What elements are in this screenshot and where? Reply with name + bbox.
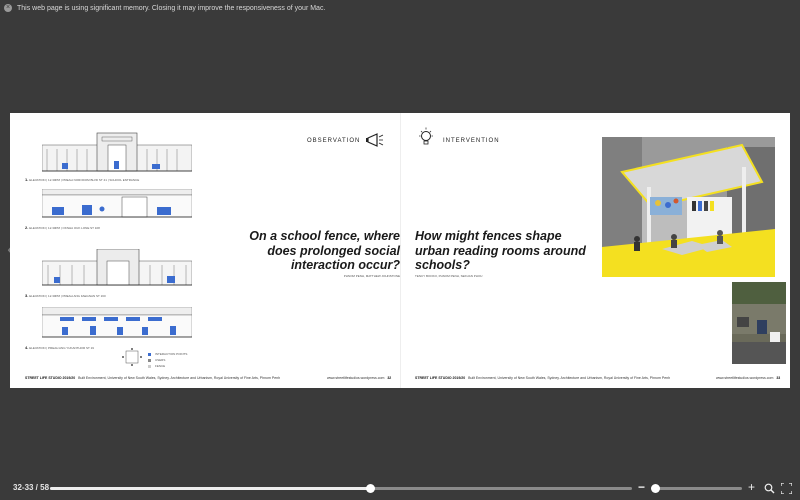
zoom-in-icon[interactable]: + <box>748 480 755 494</box>
memory-warning-bar: × This web page is using significant mem… <box>0 0 800 16</box>
memory-warning-text: This web page is using significant memor… <box>17 4 326 12</box>
lightbulb-icon <box>419 127 433 145</box>
page-scrubber-fill <box>50 487 371 490</box>
page-indicator: 32-33 / 58 <box>13 483 50 492</box>
question-title-left: On a school fence, where does prolonged … <box>249 229 400 272</box>
zoom-slider[interactable] <box>651 484 742 493</box>
elevation-sketch-2 <box>42 189 192 218</box>
authors-left: PHNOM PENH, MATTHEW JOHNSTONE <box>343 274 400 278</box>
street-photo <box>732 282 786 364</box>
fullscreen-icon[interactable] <box>781 483 792 494</box>
book-spread: 1. ELEVATION | 12.30PM | PREAH NORODOM B… <box>10 113 790 388</box>
legend: INTERACTION POINTS USERS FENCE <box>148 351 187 369</box>
question-title-right: How might fences shape urban reading roo… <box>415 229 586 272</box>
page-scrubber-handle[interactable] <box>366 484 376 493</box>
footer-url-right: www.streetlifestudios.wordpress.com 33 <box>716 376 781 380</box>
sketch-caption-4: 4. ELEVATION | PREAH ANG YUKANTHOR ST 19 <box>25 345 94 350</box>
elevation-sketch-3 <box>42 249 192 286</box>
page-scrubber[interactable] <box>50 484 632 493</box>
close-icon[interactable]: × <box>4 4 12 12</box>
section-label-intervention: INTERVENTION <box>443 138 500 144</box>
section-label-observation: OBSERVATION <box>307 138 361 144</box>
left-page: 1. ELEVATION | 12.30PM | PREAH NORODOM B… <box>10 113 400 388</box>
legend-item: FENCE <box>148 363 187 369</box>
megaphone-icon <box>366 133 384 147</box>
right-page: INTERVENTION How might fences shape urba… <box>400 113 790 388</box>
viewer-toolbar: 32-33 / 58 − + <box>0 478 800 500</box>
footer-url-left: www.streetlifestudios.wordpress.com 32 <box>327 376 392 380</box>
sketch-caption-2: 2. ELEVATION | 12.30PM | OKNHA OUK LONE … <box>25 225 100 230</box>
elevation-sketch-1 <box>42 132 192 172</box>
authors-right: TENCY BOOKO, PHNOM PENH, SEKUAN PHOU <box>415 274 483 278</box>
legend-diagram <box>122 348 142 366</box>
zoom-slider-handle[interactable] <box>651 484 660 493</box>
elevation-sketch-4 <box>42 307 192 338</box>
footer-right: STREET LIFE STUDIO 2019/20 Built Environ… <box>415 376 671 380</box>
intervention-rendering <box>602 137 775 277</box>
sketch-caption-1: 1. ELEVATION | 12.30PM | PREAH NORODOM B… <box>25 177 140 182</box>
footer-left: STREET LIFE STUDIO 2019/20 Built Environ… <box>25 376 281 380</box>
sketch-caption-3: 3. ELEVATION | 12.30PM | PREAH ANG FAEGN… <box>25 293 106 298</box>
search-icon[interactable] <box>764 483 775 494</box>
zoom-out-icon[interactable]: − <box>638 480 645 494</box>
